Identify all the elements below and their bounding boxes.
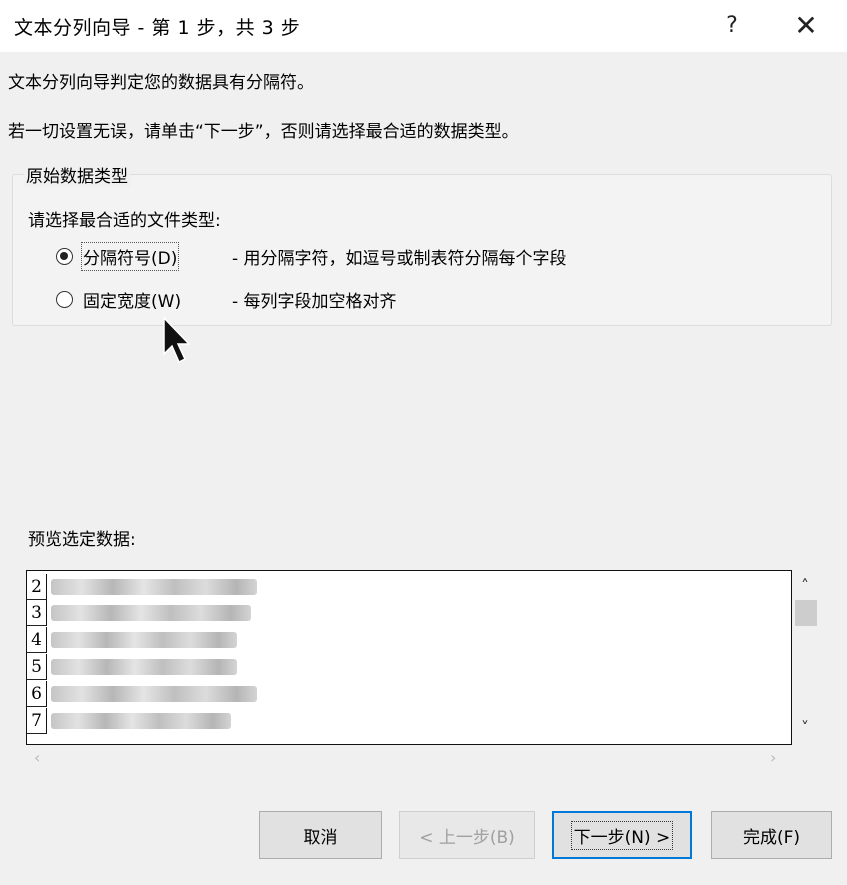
group-legend: 原始数据类型: [24, 162, 130, 187]
fixed-width-label[interactable]: 固定宽度(W): [83, 287, 181, 312]
next-button-label: 下一步(N) >: [570, 820, 674, 850]
data-preview[interactable]: 2 3 4 5 6 7: [26, 570, 792, 745]
file-type-prompt: 请选择最合适的文件类型:: [28, 211, 221, 231]
chevron-up-icon[interactable]: ˄: [792, 576, 818, 595]
next-button[interactable]: 下一步(N) >: [552, 811, 692, 859]
blurred-row-data: [51, 605, 251, 621]
radio-button-checked[interactable]: [56, 247, 73, 265]
delimited-label[interactable]: 分隔符号(D): [80, 241, 180, 271]
intro-detected-text: 文本分列向导判定您的数据具有分隔符。: [8, 73, 314, 93]
blurred-row-data: [51, 713, 231, 729]
row-number: 6: [27, 681, 47, 707]
chevron-down-icon[interactable]: ˅: [792, 718, 818, 737]
blurred-row-data: [51, 579, 257, 595]
row-number: 4: [27, 627, 47, 653]
radio-button-unchecked[interactable]: [56, 290, 73, 308]
intro-instruction-text: 若一切设置无误，请单击“下一步”，否则请选择最合适的数据类型。: [8, 122, 519, 142]
chevron-left-icon[interactable]: ‹: [34, 748, 40, 767]
fixed-width-description: - 每列字段加空格对齐: [232, 291, 397, 312]
row-number: 5: [27, 654, 47, 680]
title-bar: 文本分列向导 - 第 1 步，共 3 步 ? ✕: [0, 0, 847, 52]
close-icon[interactable]: ✕: [786, 6, 826, 46]
row-number: 3: [27, 600, 47, 626]
row-number: 7: [27, 708, 47, 734]
dialog-title: 文本分列向导 - 第 1 步，共 3 步: [14, 17, 301, 39]
blurred-row-data: [51, 632, 237, 648]
help-icon[interactable]: ?: [712, 6, 752, 46]
mouse-pointer-icon: [163, 316, 191, 364]
delimited-description: - 用分隔字符，如逗号或制表符分隔每个字段: [232, 248, 567, 269]
cancel-button[interactable]: 取消: [259, 811, 382, 859]
preview-label: 预览选定数据:: [28, 530, 136, 550]
row-number: 2: [27, 574, 47, 600]
scrollbar-thumb[interactable]: [795, 600, 817, 626]
radio-fixed-width[interactable]: 固定宽度(W) - 每列字段加空格对齐: [56, 286, 397, 312]
blurred-row-data: [51, 659, 237, 675]
finish-button[interactable]: 完成(F): [711, 811, 832, 859]
radio-delimited[interactable]: 分隔符号(D) - 用分隔字符，如逗号或制表符分隔每个字段: [56, 241, 567, 271]
back-button[interactable]: < 上一步(B): [399, 811, 535, 859]
chevron-right-icon[interactable]: ›: [770, 748, 776, 767]
blurred-row-data: [51, 686, 257, 702]
vertical-scrollbar[interactable]: ˄ ˅: [792, 570, 818, 745]
horizontal-scrollbar[interactable]: ‹ ›: [26, 745, 792, 771]
